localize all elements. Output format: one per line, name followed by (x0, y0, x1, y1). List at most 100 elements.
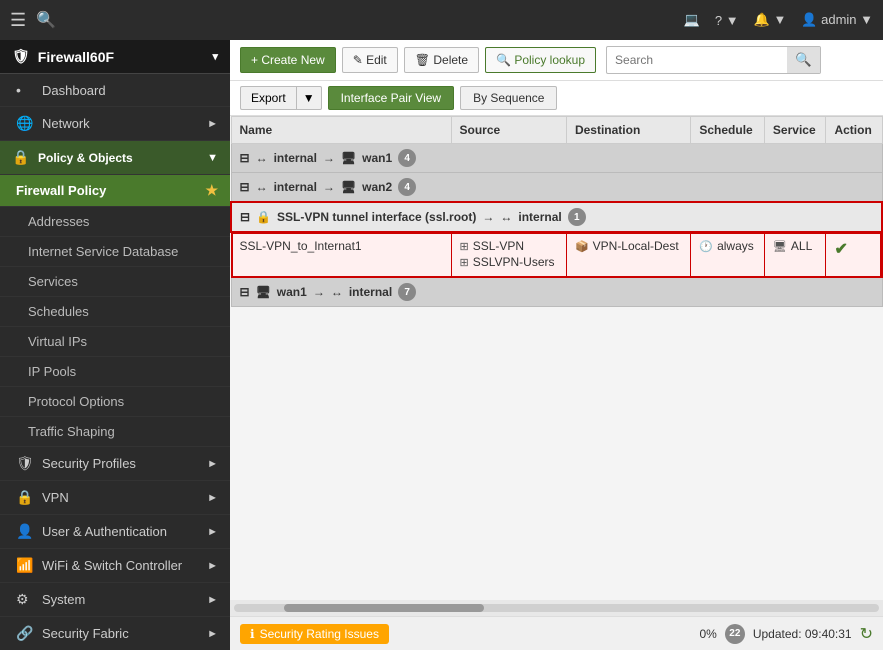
sidebar-item-security-profiles[interactable]: 🛡 Security Profiles ► (0, 447, 230, 481)
policy-lookup-button[interactable]: 🔍 Policy lookup (485, 47, 596, 73)
security-fabric-icon: 🔗 (16, 625, 34, 642)
schedules-label: Schedules (28, 304, 89, 319)
delete-button[interactable]: 🗑 Delete (404, 47, 479, 73)
group-collapse-icon: ⊟ (240, 210, 250, 224)
sidebar-item-wifi-switch[interactable]: 📶 WiFi & Switch Controller ► (0, 549, 230, 583)
group-collapse-icon: ⊟ (240, 285, 250, 299)
sidebar-item-label: Network (42, 116, 90, 131)
sidebar-item-schedules[interactable]: Schedules (0, 297, 230, 327)
content-area: + Create New ✎ Edit 🗑 Delete 🔍 Policy lo… (230, 40, 883, 650)
sidebar-item-dashboard[interactable]: • Dashboard (0, 74, 230, 107)
export-arrow-button[interactable]: ▼ (296, 86, 322, 110)
col-header-service: Service (764, 117, 826, 144)
ip-pools-label: IP Pools (28, 364, 76, 379)
hamburger-icon[interactable]: ☰ (10, 10, 26, 31)
star-icon: ★ (205, 182, 218, 199)
refresh-button[interactable]: ↻ (860, 624, 873, 644)
sidebar-item-vpn[interactable]: 🔒 VPN ► (0, 481, 230, 515)
horizontal-scrollbar[interactable] (230, 600, 883, 616)
user-auth-icon: 👤 (16, 523, 34, 540)
sidebar-item-traffic-shaping[interactable]: Traffic Shaping (0, 417, 230, 447)
policy-schedule-cell: 🕐 always (691, 232, 765, 278)
wifi-arrow: ► (207, 560, 218, 572)
col-header-destination: Destination (566, 117, 690, 144)
to-interface-label: wan1 (362, 151, 392, 165)
from-interface-label: internal (274, 180, 317, 194)
search-submit-button[interactable]: 🔍 (787, 47, 820, 73)
sidebar-item-ip-pools[interactable]: IP Pools (0, 357, 230, 387)
firewall-policy-label: Firewall Policy (16, 183, 205, 198)
global-search-icon[interactable]: 🔍 (36, 10, 56, 30)
sidebar-item-virtual-ips[interactable]: Virtual IPs (0, 327, 230, 357)
schedule-icon: 🕐 (699, 240, 713, 253)
search-bar: 🔍 (606, 46, 821, 74)
traffic-shaping-label: Traffic Shaping (28, 424, 115, 439)
to-interface-icon: 🖥 (341, 151, 356, 165)
by-sequence-tab[interactable]: By Sequence (460, 86, 557, 110)
dest-label: VPN-Local-Dest (593, 239, 679, 253)
sidebar-item-user-auth[interactable]: 👤 User & Authentication ► (0, 515, 230, 549)
group-row-internal-wan1[interactable]: ⊟ ↔ internal → 🖥 wan1 4 (231, 144, 882, 173)
edit-button[interactable]: ✎ Edit (342, 47, 398, 73)
sidebar-item-label: Security Profiles (42, 456, 136, 471)
sub-toolbar: Export ▼ Interface Pair View By Sequence (230, 81, 883, 116)
from-interface-label: wan1 (277, 285, 307, 299)
sidebar-item-internet-service-db[interactable]: Internet Service Database (0, 237, 230, 267)
warning-label: Security Rating Issues (260, 627, 379, 641)
source-label-2: SSLVPN-Users (473, 255, 555, 269)
group-row-ssl-vpn[interactable]: ⊟ 🔒 SSL-VPN tunnel interface (ssl.root) … (231, 202, 882, 232)
dashboard-icon: • (16, 82, 34, 98)
create-new-button[interactable]: + Create New (240, 47, 336, 73)
sidebar-item-services[interactable]: Services (0, 267, 230, 297)
scrollbar-thumb[interactable] (284, 604, 484, 612)
group-row-internal-wan2[interactable]: ⊟ ↔ internal → 🖥 wan2 4 (231, 173, 882, 203)
sidebar-header[interactable]: 🛡 Firewall60F ▾ (0, 40, 230, 74)
sidebar-item-protocol-options[interactable]: Protocol Options (0, 387, 230, 417)
from-interface-icon: ↔ (256, 151, 268, 165)
dest-icon: 📦 (575, 240, 589, 253)
vpn-arrow: ► (207, 492, 218, 504)
sidebar-item-security-fabric[interactable]: 🔗 Security Fabric ► (0, 617, 230, 650)
group-count-badge: 7 (398, 283, 416, 301)
policy-name-cell: SSL-VPN_to_Internat1 (231, 232, 451, 278)
sidebar: 🛡 Firewall60F ▾ • Dashboard 🌐 Network ► … (0, 40, 230, 650)
addresses-label: Addresses (28, 214, 89, 229)
policy-action-cell: ✔ (826, 232, 882, 278)
admin-menu[interactable]: 👤 admin ▼ (801, 12, 873, 28)
schedule-label: always (717, 239, 754, 253)
sidebar-title: Firewall60F (38, 49, 114, 65)
warning-icon: ℹ (250, 627, 255, 641)
from-interface-icon: 🖥 (256, 285, 271, 299)
updated-timestamp: Updated: 09:40:31 (753, 627, 852, 641)
policy-row-ssl-vpn[interactable]: SSL-VPN_to_Internat1 ⊞ SSL-VPN ⊞ SSLVPN-… (231, 232, 882, 278)
help-button[interactable]: ? ▼ (715, 13, 739, 28)
col-header-name: Name (231, 117, 451, 144)
service-icon: 🖥 (773, 240, 787, 253)
col-header-action: Action (826, 117, 882, 144)
source-icon-2: ⊞ (460, 256, 469, 269)
notifications-bell[interactable]: 🔔 ▼ (754, 12, 787, 28)
network-arrow: ► (207, 118, 218, 130)
services-label: Services (28, 274, 78, 289)
sidebar-item-label: Policy & Objects (38, 151, 133, 165)
sidebar-item-network[interactable]: 🌐 Network ► (0, 107, 230, 141)
top-bar: ☰ 🔍 💻 ? ▼ 🔔 ▼ 👤 admin ▼ (0, 0, 883, 40)
sidebar-item-system[interactable]: ⚙ System ► (0, 583, 230, 617)
sidebar-item-policy-objects[interactable]: 🔒 Policy & Objects ▼ (0, 141, 230, 175)
policy-icon: 🔒 (12, 149, 30, 166)
terminal-icon[interactable]: 💻 (684, 12, 700, 28)
arrow-icon: → (323, 180, 335, 194)
security-fabric-arrow: ► (207, 628, 218, 640)
group-row-wan1-internal[interactable]: ⊟ 🖥 wan1 → ↔ internal 7 (231, 278, 882, 307)
interface-pair-view-tab[interactable]: Interface Pair View (328, 86, 455, 110)
sidebar-item-firewall-policy[interactable]: Firewall Policy ★ (0, 175, 230, 207)
sidebar-item-addresses[interactable]: Addresses (0, 207, 230, 237)
security-rating-issues-button[interactable]: ℹ Security Rating Issues (240, 624, 389, 644)
search-input[interactable] (607, 48, 787, 72)
group-count-badge: 4 (398, 178, 416, 196)
export-button[interactable]: Export (240, 86, 296, 110)
network-icon: 🌐 (16, 115, 34, 132)
from-interface-label: internal (274, 151, 317, 165)
action-checkmark: ✔ (834, 241, 847, 258)
usage-percent: 0% (700, 627, 717, 641)
